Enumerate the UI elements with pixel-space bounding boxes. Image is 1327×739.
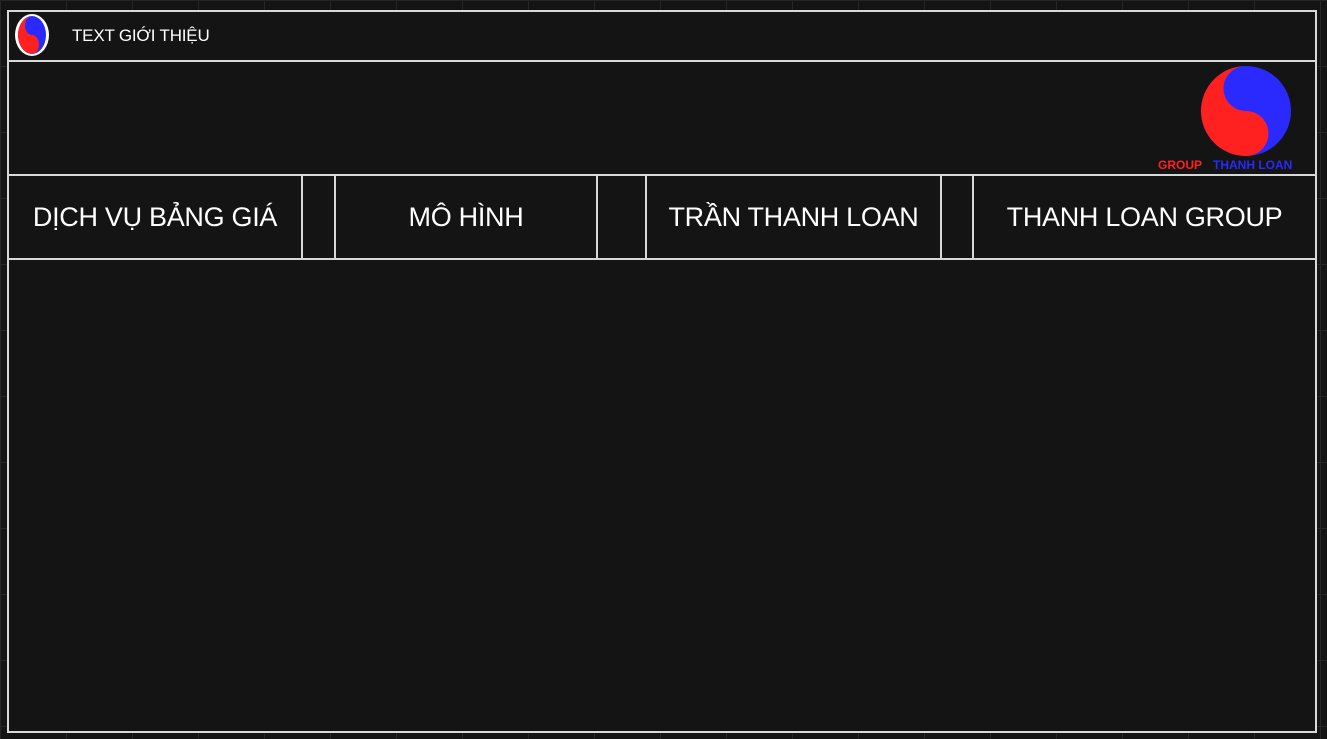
nav-spacer xyxy=(598,176,647,258)
nav-item-thanh-loan-group[interactable]: THANH LOAN GROUP xyxy=(974,176,1315,258)
nav-item-tran-thanh-loan[interactable]: TRẦN THANH LOAN xyxy=(647,176,942,258)
nav-item-dich-vu-bang-gia[interactable]: DỊCH VỤ BẢNG GIÁ xyxy=(9,176,303,258)
brand-name: GROUP THANH LOAN xyxy=(1158,158,1292,172)
nav-spacer xyxy=(942,176,974,258)
page-frame: TEXT GIỚI THIỆU GROUP THANH LOAN DỊCH VỤ … xyxy=(7,10,1317,733)
nav-item-mo-hinh[interactable]: MÔ HÌNH xyxy=(336,176,598,258)
brand-name-left: GROUP xyxy=(1158,158,1203,172)
page-title: TEXT GIỚI THIỆU xyxy=(72,26,210,45)
nav-spacer xyxy=(303,176,336,258)
content-area xyxy=(9,258,1315,731)
yin-yang-logo-icon xyxy=(1201,66,1291,156)
main-nav: DỊCH VỤ BẢNG GIÁ MÔ HÌNH TRẦN THANH LOAN… xyxy=(9,174,1315,260)
brand-name-right: THANH LOAN xyxy=(1213,158,1293,172)
top-bar: TEXT GIỚI THIỆU xyxy=(9,12,1315,62)
banner: GROUP THANH LOAN xyxy=(9,62,1315,174)
canvas: TEXT GIỚI THIỆU GROUP THANH LOAN DỊCH VỤ … xyxy=(0,0,1327,739)
yin-yang-logo-icon[interactable] xyxy=(9,12,55,58)
